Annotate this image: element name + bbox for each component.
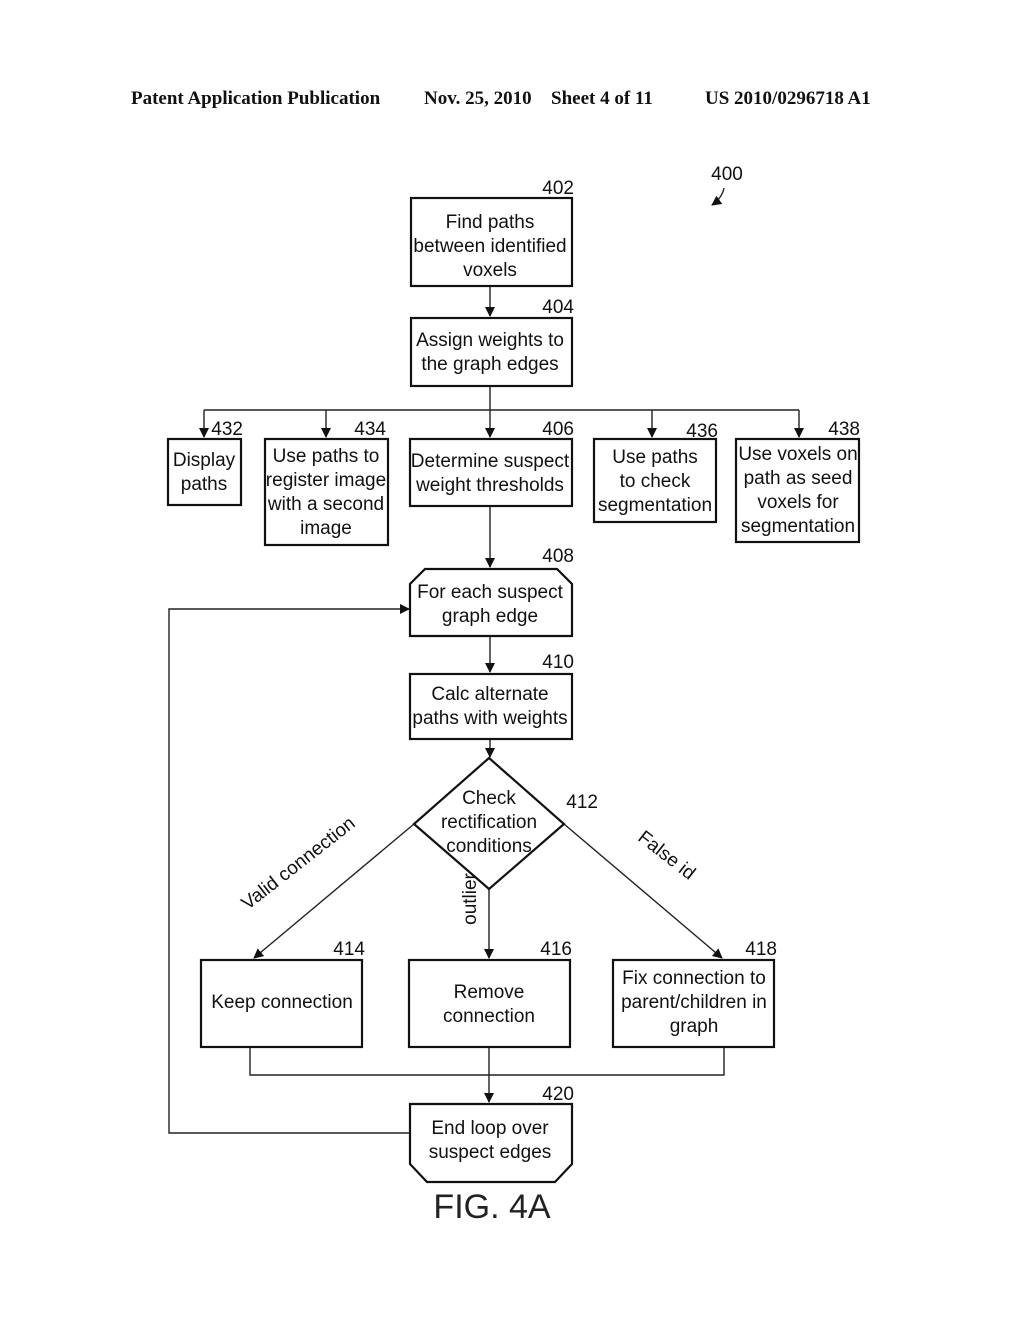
node-418: 418 Fix connection to parent/children in… [611,939,777,1049]
svg-text:410: 410 [542,652,574,673]
svg-text:graph: graph [670,1016,719,1037]
svg-text:weight thresholds: weight thresholds [415,475,564,496]
svg-text:402: 402 [542,178,574,199]
svg-text:Use paths: Use paths [612,447,698,468]
svg-text:voxels for: voxels for [757,492,839,513]
svg-text:408: 408 [542,546,574,567]
svg-text:Determine suspect: Determine suspect [411,451,570,472]
svg-text:416: 416 [540,939,572,960]
node-416: 416 Remove connection [407,939,572,1049]
svg-text:Calc alternate: Calc alternate [431,684,548,705]
svg-text:434: 434 [354,419,386,440]
node-438: 438 Use voxels on path as seed voxels fo… [734,419,861,544]
node-404: 404 Assign weights to the graph edges [409,297,574,388]
node-408-loop-start: 408 For each suspect graph edge [408,546,574,638]
svg-text:paths: paths [181,474,227,495]
svg-text:path as seed: path as seed [744,468,853,489]
svg-text:register image: register image [266,470,386,491]
svg-text:End loop over: End loop over [431,1118,549,1139]
svg-text:graph edge: graph edge [442,606,538,627]
svg-text:suspect edges: suspect edges [429,1142,552,1163]
svg-text:404: 404 [542,297,574,318]
svg-text:between identified: between identified [413,236,566,257]
svg-text:414: 414 [333,939,365,960]
svg-text:Use voxels on: Use voxels on [738,444,857,465]
svg-text:Assign weights to: Assign weights to [416,330,564,351]
svg-text:432: 432 [211,419,243,440]
node-406: 406 Determine suspect weight thresholds [408,419,574,508]
svg-text:406: 406 [542,419,574,440]
svg-text:For each suspect: For each suspect [417,582,563,603]
svg-text:Display: Display [173,450,236,471]
node-414: 414 Keep connection [199,939,365,1049]
figure-ref-arrow [711,187,725,206]
figure-caption: FIG. 4A [433,1188,550,1226]
svg-text:connection: connection [443,1006,535,1027]
svg-text:Remove: Remove [454,982,525,1003]
svg-text:Use paths to: Use paths to [273,446,380,467]
node-432: 432 Display paths [166,419,243,507]
figure-ref: 400 [711,164,743,185]
node-436: 436 Use paths to check segmentation [592,421,718,524]
merge-bus [249,1047,725,1076]
edge-label-valid-connection: Valid connection [238,813,360,915]
node-412-decision: 412 Check rectification conditions [412,756,598,891]
svg-text:Find paths: Find paths [446,212,535,233]
svg-text:438: 438 [828,419,860,440]
svg-text:rectification: rectification [441,812,537,833]
svg-text:Fix connection to: Fix connection to [622,968,766,989]
svg-text:Check: Check [462,788,516,809]
svg-text:paths with weights: paths with weights [412,708,567,729]
flowchart: 400 Valid connection outlier False id 40… [166,164,861,1226]
svg-text:segmentation: segmentation [741,516,855,537]
edge-label-false-id: False id [634,827,699,885]
svg-text:the graph edges: the graph edges [421,354,558,375]
svg-text:420: 420 [542,1084,574,1105]
svg-text:412: 412 [566,792,598,813]
svg-text:parent/children in: parent/children in [621,992,767,1013]
node-402: 402 Find paths between identified voxels [409,178,574,288]
svg-text:436: 436 [686,421,718,442]
svg-text:to check: to check [620,471,691,492]
svg-text:voxels: voxels [463,260,517,281]
node-410: 410 Calc alternate paths with weights [408,652,574,741]
svg-text:with a second: with a second [267,494,384,515]
node-420-loop-end: 420 End loop over suspect edges [408,1084,574,1184]
svg-text:image: image [300,518,352,539]
svg-text:Keep connection: Keep connection [211,992,353,1013]
node-434: 434 Use paths to register image with a s… [263,419,390,547]
svg-text:conditions: conditions [446,836,532,857]
svg-text:segmentation: segmentation [598,495,712,516]
svg-text:418: 418 [745,939,777,960]
